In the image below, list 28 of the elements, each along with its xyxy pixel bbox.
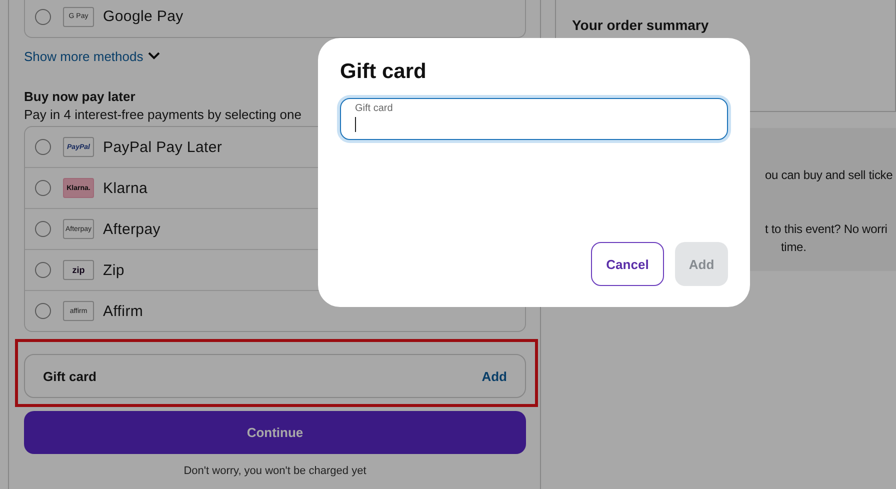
dialog-title: Gift card <box>340 60 428 84</box>
section-subtitle: Pay in 4 interest-free payments by selecting one <box>24 107 302 122</box>
method-name: Zip <box>103 262 124 278</box>
chevron-down-icon <box>148 52 160 60</box>
radio-button[interactable] <box>35 303 51 319</box>
method-name: PayPal Pay Later <box>103 138 222 156</box>
continue-button[interactable]: Continue <box>24 411 526 454</box>
show-more-link[interactable]: Show more methods <box>24 48 144 64</box>
radio-button[interactable] <box>35 139 51 155</box>
info-text: ou can buy and sell ticke <box>765 168 893 182</box>
radio-button[interactable] <box>35 262 51 278</box>
radio-button[interactable] <box>35 180 51 196</box>
cancel-button[interactable]: Cancel <box>591 242 664 286</box>
gift-card-label: Gift card <box>43 368 96 384</box>
footer-note: Don't worry, you won't be charged yet <box>182 465 368 477</box>
section-title: Buy now pay later <box>24 89 136 104</box>
method-name: Afterpay <box>103 220 160 238</box>
radio-button[interactable] <box>35 221 51 237</box>
radio-button[interactable] <box>35 8 51 24</box>
add-link[interactable]: Add <box>482 368 507 384</box>
info-text: time. <box>781 240 806 254</box>
summary-title: Your order summary <box>572 17 710 33</box>
info-text: t to this event? No worri <box>765 222 888 236</box>
method-name: Klarna <box>103 180 148 196</box>
method-name: Affirm <box>103 302 144 320</box>
gift-card-field[interactable]: Gift card <box>340 98 728 140</box>
payment-logo: zip <box>63 260 94 280</box>
method-name: Google Pay <box>103 8 184 25</box>
